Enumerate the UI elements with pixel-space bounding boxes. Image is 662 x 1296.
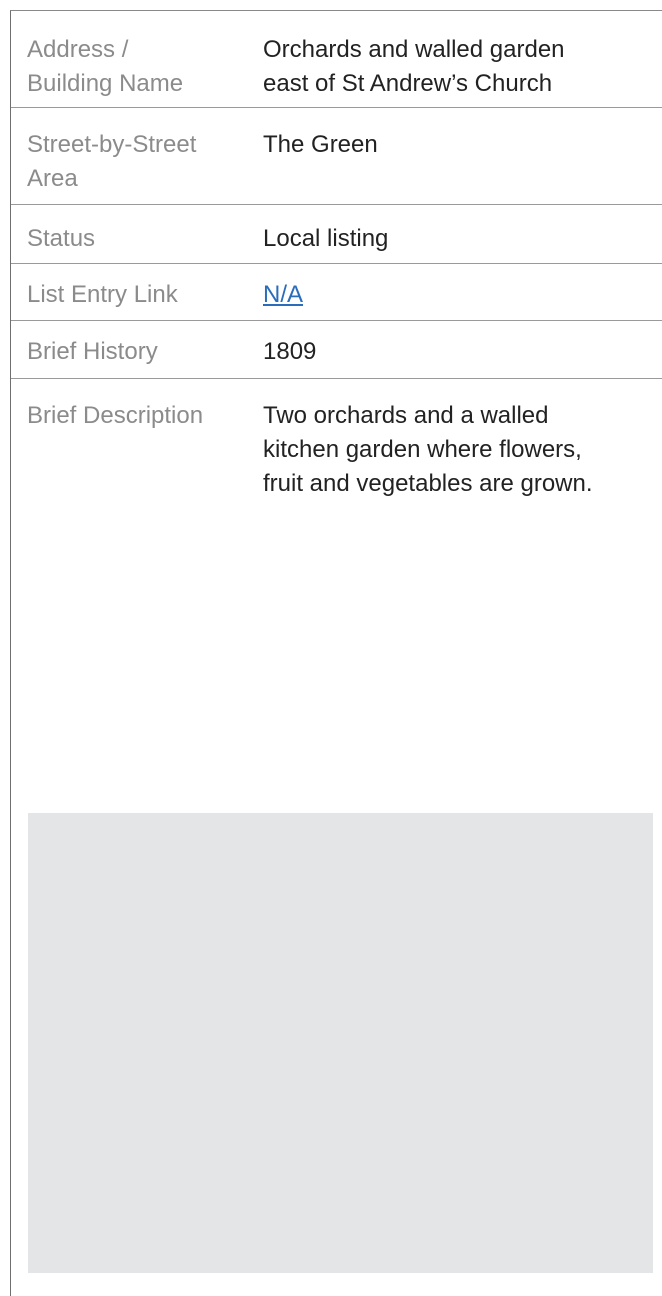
address-value-line-2: east of St Andrew’s Church: [263, 70, 553, 97]
row-status: Status Local listing: [11, 205, 662, 264]
brief-description-value-line-1: Two orchards and a walled: [263, 402, 549, 429]
list-entry-link-value: N/A: [263, 278, 662, 320]
brief-description-label-line-1: Brief Description: [27, 402, 204, 429]
street-area-value: The Green: [263, 128, 662, 204]
row-brief-description: Brief Description Two orchards and a wal…: [11, 379, 662, 501]
address-value-line-1: Orchards and walled garden: [263, 36, 565, 63]
list-entry-link-label: List Entry Link: [11, 278, 263, 320]
details-panel: Address / Building Name Orchards and wal…: [10, 10, 662, 1296]
row-address: Address / Building Name Orchards and wal…: [11, 11, 662, 108]
list-entry-link[interactable]: N/A: [263, 281, 303, 308]
row-street-area: Street-by-Street Area The Green: [11, 108, 662, 205]
list-entry-link-label-line-1: List Entry Link: [27, 281, 178, 308]
brief-history-value: 1809: [263, 335, 662, 378]
status-value-line-1: Local listing: [263, 225, 389, 252]
street-area-label-line-1: Street-by-Street: [27, 131, 197, 158]
details-table: Address / Building Name Orchards and wal…: [11, 11, 662, 501]
brief-description-value-line-3: fruit and vegetables are grown.: [263, 470, 593, 497]
row-brief-history: Brief History 1809: [11, 321, 662, 379]
street-area-label: Street-by-Street Area: [11, 128, 263, 204]
status-label: Status: [11, 222, 263, 263]
status-label-line-1: Status: [27, 225, 96, 252]
status-value: Local listing: [263, 222, 662, 263]
brief-history-label: Brief History: [11, 335, 263, 378]
address-label-line-2: Building Name: [27, 70, 184, 97]
brief-history-value-line-1: 1809: [263, 338, 317, 365]
brief-description-label: Brief Description: [11, 399, 263, 501]
image-placeholder: [28, 813, 653, 1273]
address-value: Orchards and walled garden east of St An…: [263, 33, 662, 107]
street-area-value-line-1: The Green: [263, 131, 378, 158]
street-area-label-line-2: Area: [27, 165, 78, 192]
brief-description-value: Two orchards and a walled kitchen garden…: [263, 399, 662, 501]
address-label-line-1: Address /: [27, 36, 129, 63]
brief-history-label-line-1: Brief History: [27, 338, 158, 365]
brief-description-value-line-2: kitchen garden where flowers,: [263, 436, 582, 463]
row-list-entry-link: List Entry Link N/A: [11, 264, 662, 321]
address-label: Address / Building Name: [11, 33, 263, 107]
